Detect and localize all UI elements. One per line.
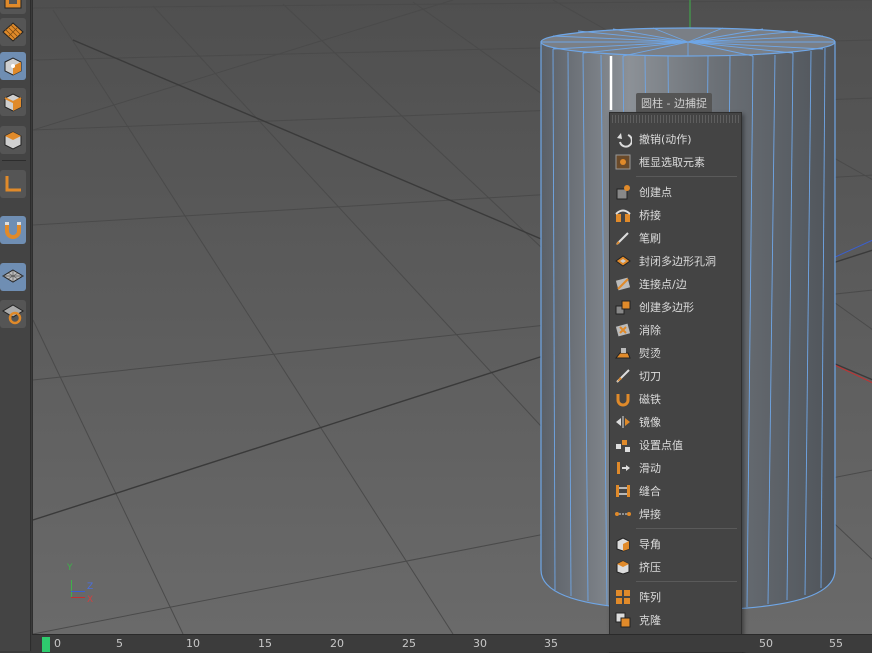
texture-icon[interactable] <box>0 18 26 46</box>
menu-item-knife[interactable]: 切刀 <box>610 364 741 387</box>
menu-item-label: 克隆 <box>639 613 661 627</box>
context-menu[interactable]: 撤销(动作) 框显选取元素 创建点桥接笔刷封闭多边形孔洞 连接点/边创建多边形消除熨烫… <box>609 112 742 653</box>
menu-item-label: 切刀 <box>639 369 661 383</box>
stitch-icon <box>613 481 633 501</box>
menu-item-undo[interactable]: 撤销(动作) <box>610 127 741 150</box>
menu-item-brush[interactable]: 笔刷 <box>610 226 741 249</box>
timeline-tick-label: 0 <box>54 637 61 650</box>
menu-item-label: 笔刷 <box>639 231 661 245</box>
menu-item-label: 设置点值 <box>639 438 683 452</box>
timeline-tick-label: 15 <box>258 637 272 650</box>
timeline-tick-label: 55 <box>829 637 843 650</box>
edges-mode-icon[interactable] <box>0 88 26 116</box>
menu-item-connect-points-edges[interactable]: 连接点/边 <box>610 272 741 295</box>
workplane-icon[interactable] <box>0 263 26 291</box>
create-point-icon <box>613 182 633 202</box>
snap-magnet-icon[interactable] <box>0 216 26 244</box>
connect-points-edges-icon <box>613 274 633 294</box>
slide-icon <box>613 458 633 478</box>
dissolve-icon <box>613 320 633 340</box>
iron-icon <box>613 343 633 363</box>
menu-item-label: 创建多边形 <box>639 300 694 314</box>
magnet-icon <box>613 389 633 409</box>
menu-item-label: 导角 <box>639 537 661 551</box>
menu-item-magnet[interactable]: 磁铁 <box>610 387 741 410</box>
timeline-tick-label: 25 <box>402 637 416 650</box>
timeline-tick-label: 30 <box>473 637 487 650</box>
menu-grip[interactable] <box>612 115 739 123</box>
menu-separator <box>636 528 737 529</box>
extrude-icon <box>613 557 633 577</box>
model-icon[interactable] <box>0 0 26 14</box>
set-point-value-icon <box>613 435 633 455</box>
clone-icon <box>613 610 633 630</box>
menu-item-label: 焊接 <box>639 507 661 521</box>
timeline-tick-label: 35 <box>544 637 558 650</box>
menu-item-label: 镜像 <box>639 415 661 429</box>
menu-item-label: 框显选取元素 <box>639 155 705 169</box>
menu-item-clone[interactable]: 克隆 <box>610 608 741 631</box>
timeline-tick-label: 50 <box>759 637 773 650</box>
create-polygon-icon <box>613 297 633 317</box>
menu-item-create-polygon[interactable]: 创建多边形 <box>610 295 741 318</box>
menu-item-iron[interactable]: 熨烫 <box>610 341 741 364</box>
brush-icon <box>613 228 633 248</box>
menu-item-dissolve[interactable]: 消除 <box>610 318 741 341</box>
close-hole-icon <box>613 251 633 271</box>
menu-item-bevel[interactable]: 导角 <box>610 532 741 555</box>
polygons-mode-icon[interactable] <box>0 126 26 154</box>
y-axis-label: Y <box>67 563 73 573</box>
menu-item-label: 消除 <box>639 323 661 337</box>
scene-canvas[interactable] <box>33 0 872 634</box>
menu-item-label: 封闭多边形孔洞 <box>639 254 716 268</box>
menu-separator <box>636 176 737 177</box>
menu-item-frame-selected[interactable]: 框显选取元素 <box>610 150 741 173</box>
locked-workplane-icon[interactable] <box>0 300 26 328</box>
weld-icon <box>613 504 633 524</box>
menu-item-set-point-value[interactable]: 设置点值 <box>610 433 741 456</box>
menu-item-create-point[interactable]: 创建点 <box>610 180 741 203</box>
timeline-tick-label: 5 <box>116 637 123 650</box>
x-axis-label: X <box>87 595 94 605</box>
menu-item-label: 撤销(动作) <box>639 132 692 146</box>
menu-item-label: 桥接 <box>639 208 661 222</box>
bevel-icon <box>613 534 633 554</box>
frame-selected-icon <box>613 152 633 172</box>
axis-mode-icon[interactable] <box>0 170 26 198</box>
menu-item-mirror[interactable]: 镜像 <box>610 410 741 433</box>
bridge-icon <box>613 205 633 225</box>
menu-item-label: 滑动 <box>639 461 661 475</box>
menu-item-extrude[interactable]: 挤压 <box>610 555 741 578</box>
undo-icon <box>613 129 633 149</box>
menu-item-close-hole[interactable]: 封闭多边形孔洞 <box>610 249 741 272</box>
menu-item-label: 创建点 <box>639 185 672 199</box>
menu-item-bridge[interactable]: 桥接 <box>610 203 741 226</box>
menu-item-slide[interactable]: 滑动 <box>610 456 741 479</box>
timeline-ruler[interactable]: 0 5 10 15 20 25 30 35 50 55 <box>32 634 872 652</box>
menu-item-label: 挤压 <box>639 560 661 574</box>
playhead[interactable] <box>42 637 50 652</box>
mirror-icon <box>613 412 633 432</box>
menu-item-label: 阵列 <box>639 590 661 604</box>
left-toolbar <box>0 0 31 651</box>
menu-item-array[interactable]: 阵列 <box>610 585 741 608</box>
menu-item-label: 连接点/边 <box>639 277 687 291</box>
menu-item-label: 磁铁 <box>639 392 661 406</box>
points-mode-icon[interactable] <box>0 52 26 80</box>
timeline-tick-label: 20 <box>330 637 344 650</box>
menu-item-label: 缝合 <box>639 484 661 498</box>
timeline-tick-label: 10 <box>186 637 200 650</box>
snap-tooltip: 圆柱 - 边捕捉 <box>636 93 712 113</box>
z-axis-label: Z <box>87 582 94 592</box>
menu-item-weld[interactable]: 焊接 <box>610 502 741 525</box>
menu-separator <box>636 581 737 582</box>
array-icon <box>613 587 633 607</box>
3d-viewport[interactable]: Y Z X <box>32 0 872 634</box>
menu-item-stitch[interactable]: 缝合 <box>610 479 741 502</box>
menu-item-label: 熨烫 <box>639 346 661 360</box>
knife-icon <box>613 366 633 386</box>
